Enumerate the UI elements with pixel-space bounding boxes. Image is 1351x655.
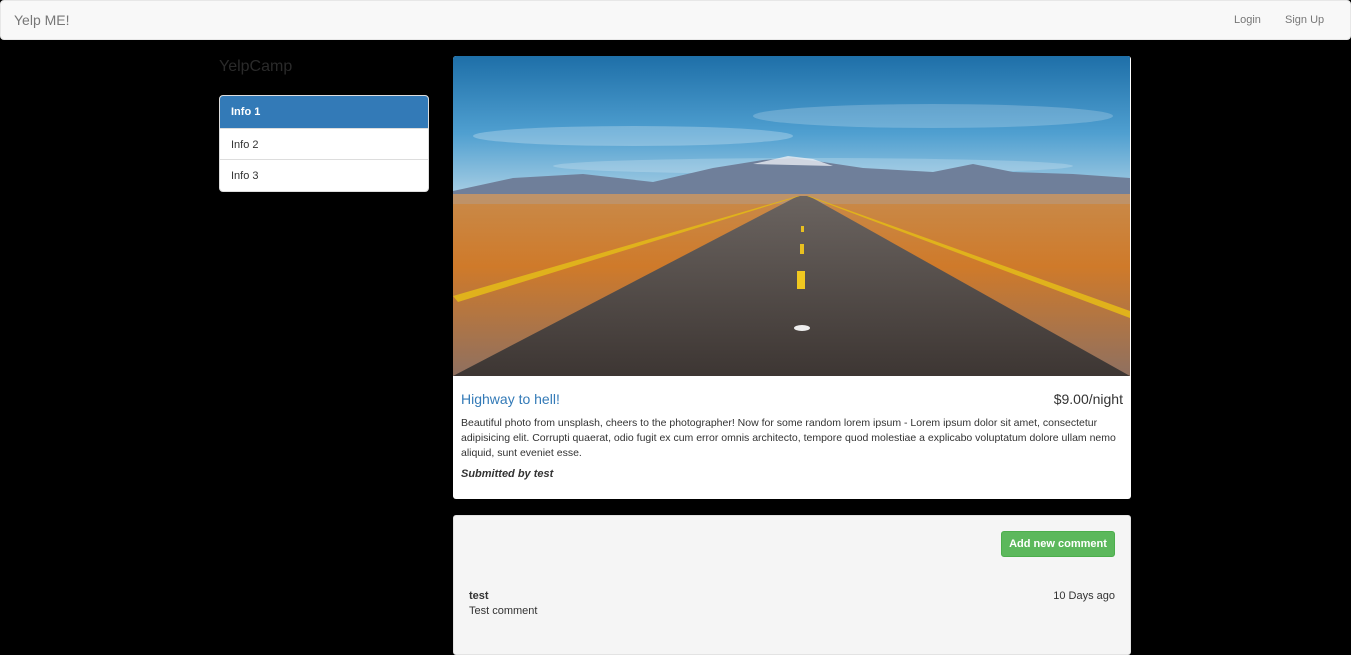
campground-description: Beautiful photo from unsplash, cheers to… — [461, 417, 1116, 459]
comment-author: test — [469, 590, 489, 602]
sidebar-item-info-2[interactable]: Info 2 — [220, 127, 428, 160]
comments-panel: Add new comment test 10 Days ago Test co… — [453, 515, 1131, 655]
navbar: Yelp ME! Login Sign Up — [0, 0, 1351, 40]
add-comment-button[interactable]: Add new comment — [1001, 531, 1115, 557]
campground-photo — [453, 56, 1130, 376]
signup-link[interactable]: Sign Up — [1285, 14, 1324, 26]
campground-price: $9.00/night — [1053, 391, 1123, 407]
sidebar-item-info-1[interactable]: Info 1 — [220, 96, 428, 128]
campground-title-link[interactable]: Highway to hell! — [461, 391, 560, 407]
login-link[interactable]: Login — [1234, 14, 1261, 26]
sidebar-list: Info 1 Info 2 Info 3 — [219, 95, 429, 192]
sidebar-title: YelpCamp — [219, 58, 293, 75]
comment-text: Test comment — [469, 605, 538, 617]
submitted-by: Submitted by test — [461, 468, 554, 480]
sidebar-item-info-3[interactable]: Info 3 — [220, 159, 428, 191]
brand-link[interactable]: Yelp ME! — [14, 12, 70, 28]
campground-card: Highway to hell! $9.00/night Beautiful p… — [453, 56, 1131, 499]
comment-timestamp: 10 Days ago — [1053, 590, 1115, 602]
